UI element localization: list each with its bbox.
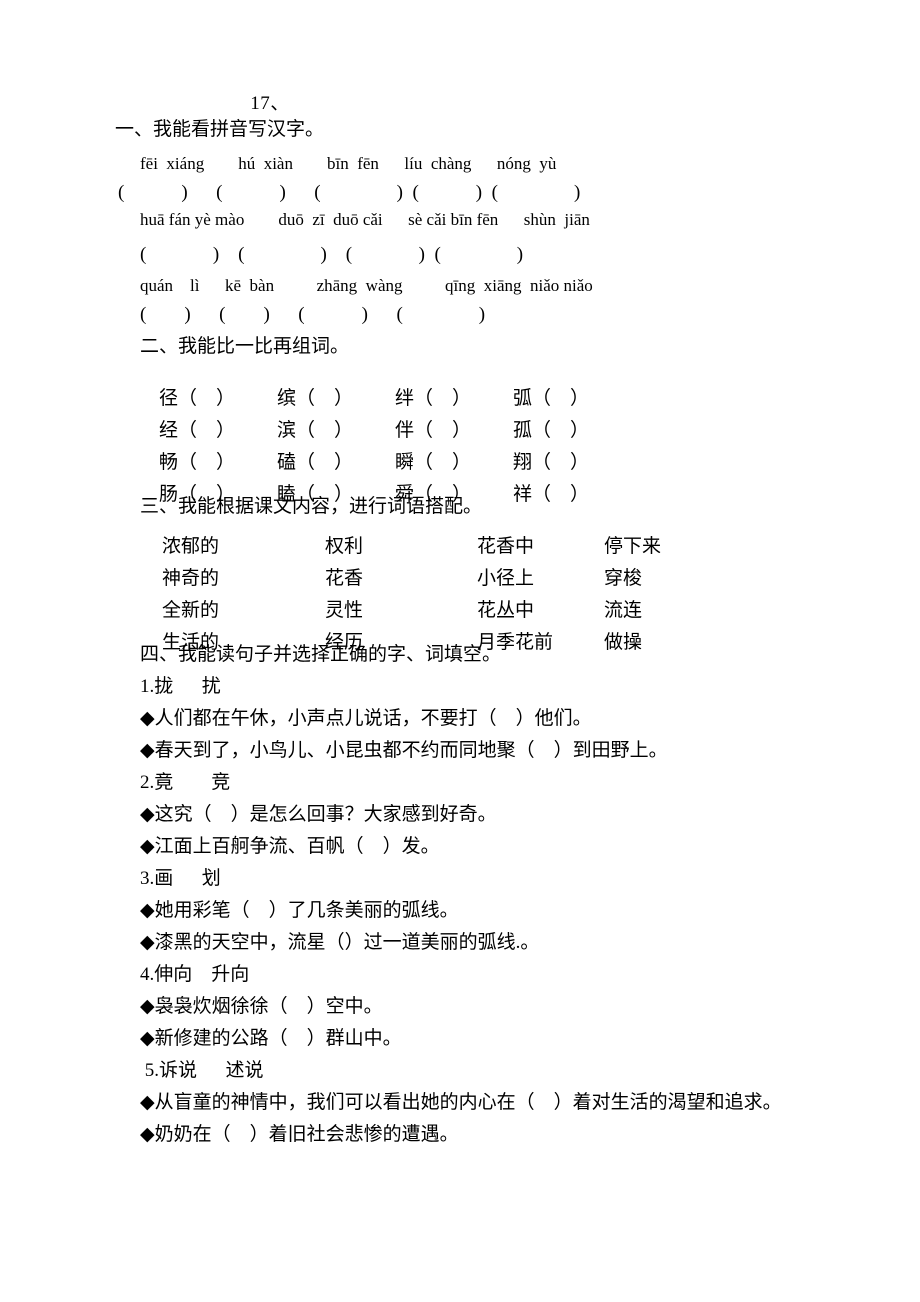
- answer-bracket-row-1[interactable]: ( ) ( ) ( ) ( ) ( ): [118, 183, 580, 202]
- choice-pair-5: 5.诉说 述说: [140, 1060, 264, 1081]
- answer-bracket-row-2[interactable]: ( ) ( ) ( ) ( ): [140, 245, 523, 264]
- worksheet-page: 17、 一、我能看拼音写汉字。 fēi xiáng hú xiàn bīn fē…: [0, 0, 920, 1302]
- fill-sentence[interactable]: ◆人们都在午休，小声点儿说话，不要打（ ）他们。: [140, 709, 592, 728]
- pinyin-row-2: huā fán yè mào duō zī duō cǎi sè cǎi bīn…: [140, 210, 590, 229]
- fill-sentence[interactable]: ◆从盲童的神情中，我们可以看出她的内心在（ ）着对生活的渴望和追求。: [140, 1093, 782, 1112]
- page-title: 17、: [250, 93, 290, 114]
- compare-cell[interactable]: 祥（ ）: [513, 485, 631, 504]
- pinyin-row-1: fēi xiáng hú xiàn bīn fēn líu chàng nóng…: [140, 154, 557, 173]
- choice-pair-4: 4.伸向 升向: [140, 964, 250, 985]
- choice-pair-3: 3.画 划: [140, 868, 221, 889]
- answer-bracket-row-3[interactable]: ( ) ( ) ( ) ( ): [140, 305, 485, 324]
- section-3-heading: 三、我能根据课文内容，进行词语搭配。: [140, 496, 483, 517]
- fill-sentence[interactable]: ◆她用彩笔（ ）了几条美丽的弧线。: [140, 901, 459, 920]
- match-term[interactable]: 做操: [604, 633, 724, 652]
- section-2-heading: 二、我能比一比再组词。: [140, 336, 350, 357]
- fill-sentence[interactable]: ◆春天到了，小鸟儿、小昆虫都不约而同地聚（ ）到田野上。: [140, 741, 668, 760]
- fill-sentence[interactable]: ◆漆黑的天空中，流星（）过一道美丽的弧线.。: [140, 933, 539, 952]
- choice-pair-2: 2.竟 竞: [140, 772, 231, 793]
- fill-sentence[interactable]: ◆江面上百舸争流、百帆（ ）发。: [140, 837, 440, 856]
- section-1-heading: 一、我能看拼音写汉字。: [115, 119, 325, 140]
- section-4-heading: 四、我能读句子并选择正确的字、词填空。: [140, 644, 502, 665]
- fill-sentence[interactable]: ◆新修建的公路（ ）群山中。: [140, 1029, 402, 1048]
- fill-sentence[interactable]: ◆袅袅炊烟徐徐（ ）空中。: [140, 997, 383, 1016]
- fill-sentence[interactable]: ◆奶奶在（ ）着旧社会悲惨的遭遇。: [140, 1125, 459, 1144]
- fill-sentence[interactable]: ◆这究（ ）是怎么回事？大家感到好奇。: [140, 805, 497, 824]
- choice-pair-1: 1.拢 扰: [140, 676, 221, 697]
- pinyin-row-3: quán lì kē bàn zhāng wàng qīng xiāng niǎ…: [140, 276, 593, 295]
